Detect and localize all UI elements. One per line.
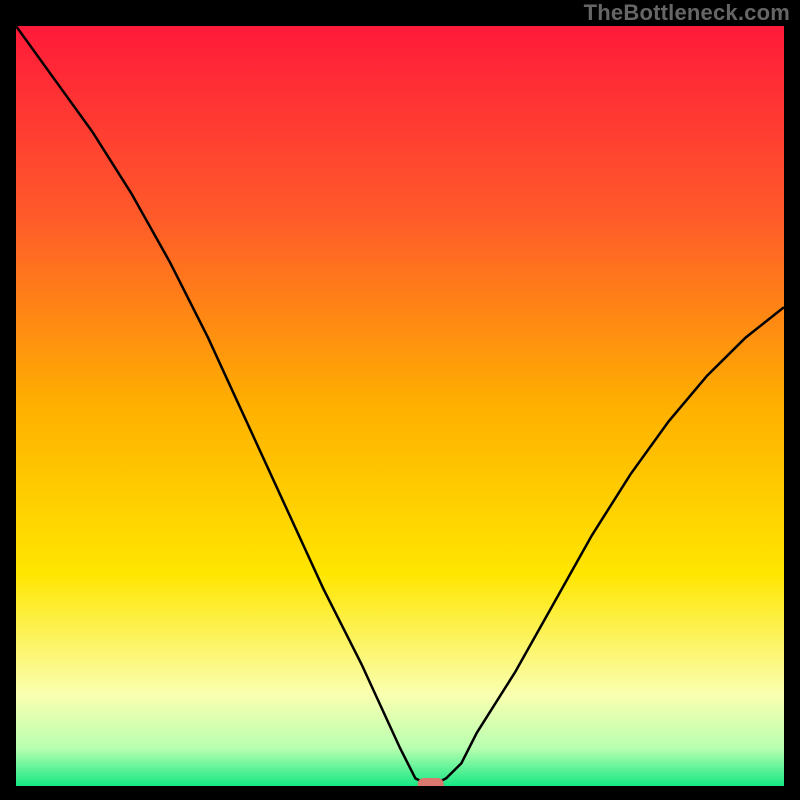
gradient-background	[16, 26, 784, 786]
bottleneck-chart	[16, 26, 784, 786]
chart-frame: TheBottleneck.com	[0, 0, 800, 800]
plot-area	[16, 26, 784, 786]
minimum-marker	[418, 778, 444, 786]
watermark-text: TheBottleneck.com	[584, 0, 790, 26]
